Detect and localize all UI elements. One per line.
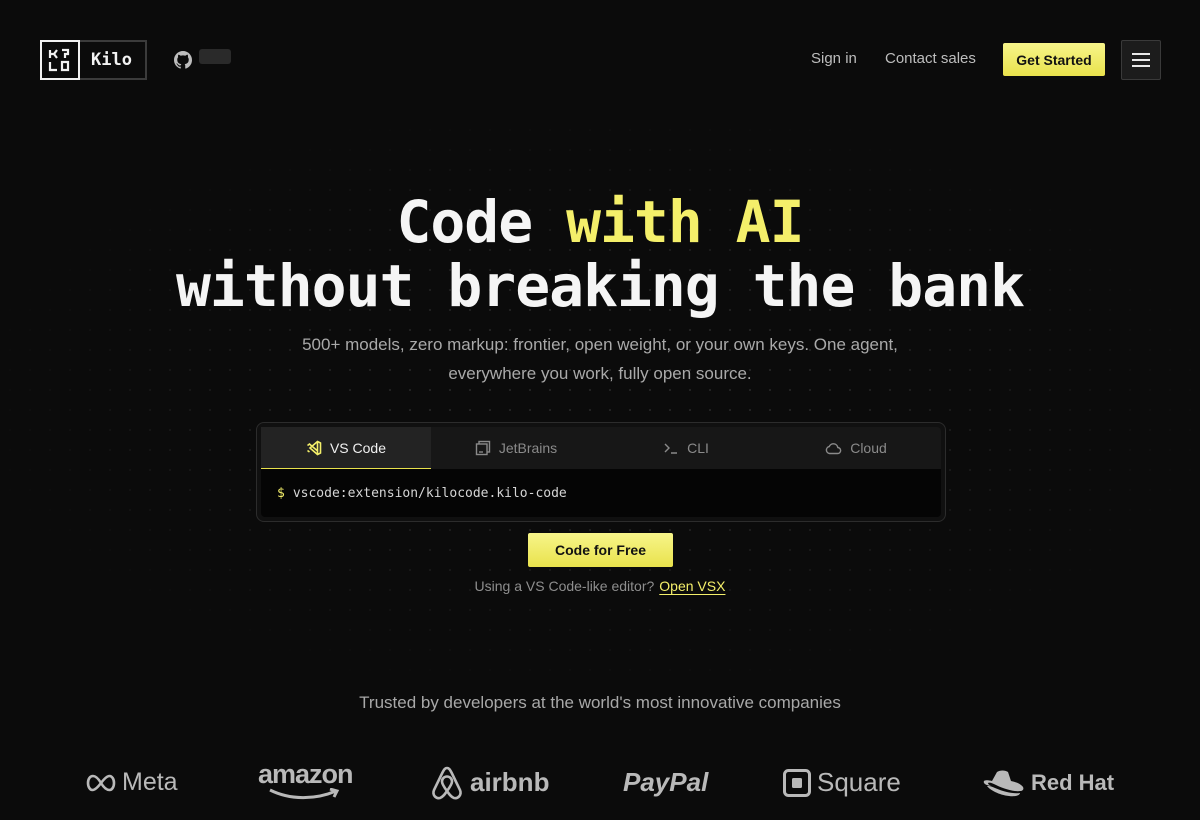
tab-cloud-label: Cloud [850,440,887,456]
kilo-logo-mark-icon [40,40,80,80]
amazon-label: amazon [258,759,354,789]
meta-label: Meta [122,768,178,796]
redhat-hat-icon [983,770,1024,796]
square-logo-icon [783,768,811,797]
company-logos: Meta amazon airbnb PayPal Square Red Hat [0,760,1200,805]
vscode-icon [306,440,322,455]
hero-title-line2: without breaking the bank [176,252,1025,320]
code-for-free-button[interactable]: Code for Free [528,533,673,567]
tab-cli[interactable]: CLI [601,427,771,469]
github-icon[interactable] [174,51,192,69]
open-vsx-note: Using a VS Code-like editor? Open VSX [0,578,1200,594]
amazon-smile-icon [269,788,340,800]
square-logo: Square [783,760,901,805]
install-command[interactable]: $ vscode:extension/kilocode.kilo-code [261,469,941,517]
site-header: Kilo Sign in Contact sales Get Started [0,0,1200,120]
hero-title-line1-a: Code [396,188,567,256]
paypal-label: PayPal [623,767,709,797]
tab-vscode-label: VS Code [329,439,387,456]
kilo-wordmark: Kilo [91,50,132,70]
square-label: Square [817,767,901,797]
kilo-logo[interactable]: Kilo [40,40,147,80]
hero-title: Code with AI without breaking the bank [0,190,1200,318]
airbnb-logo: airbnb [430,760,549,805]
command-text: vscode:extension/kilocode.kilo-code [292,485,567,501]
trusted-heading: Trusted by developers at the world's mos… [359,693,841,712]
contact-sales-link[interactable]: Contact sales [885,50,976,67]
redhat-logo: Red Hat [983,760,1114,805]
tab-cloud[interactable]: Cloud [771,427,941,469]
cloud-icon [825,443,842,455]
terminal-icon [664,443,678,454]
meta-infinity-icon [86,774,116,791]
tab-jetbrains-label: JetBrains [498,440,558,456]
menu-button[interactable] [1121,40,1161,80]
sign-in-link[interactable]: Sign in [811,50,857,67]
paypal-logo: PayPal [623,760,708,805]
open-vsx-text: Using a VS Code-like editor? [474,578,655,594]
amazon-logo: amazon [258,759,354,805]
tab-jetbrains[interactable]: JetBrains [431,427,601,469]
get-started-button[interactable]: Get Started [1003,43,1105,76]
command-prompt: $ [277,485,285,501]
redhat-label: Red Hat [1031,769,1115,795]
install-card: VS Code JetBrains CLI Cloud $ vscode:ext… [256,422,946,522]
hero-title-highlight: with AI [566,188,804,256]
jetbrains-icon [475,440,491,456]
airbnb-label: airbnb [470,767,550,797]
install-tabs: VS Code JetBrains CLI Cloud [261,427,941,469]
open-vsx-link[interactable]: Open VSX [659,578,725,594]
airbnb-belo-icon [432,766,462,799]
hero-subtitle: 500+ models, zero markup: frontier, open… [302,335,898,383]
hamburger-icon [1132,53,1150,67]
tab-cli-label: CLI [687,440,709,456]
github-star-count [199,49,231,64]
meta-logo: Meta [86,760,178,805]
tab-vscode[interactable]: VS Code [261,427,431,469]
